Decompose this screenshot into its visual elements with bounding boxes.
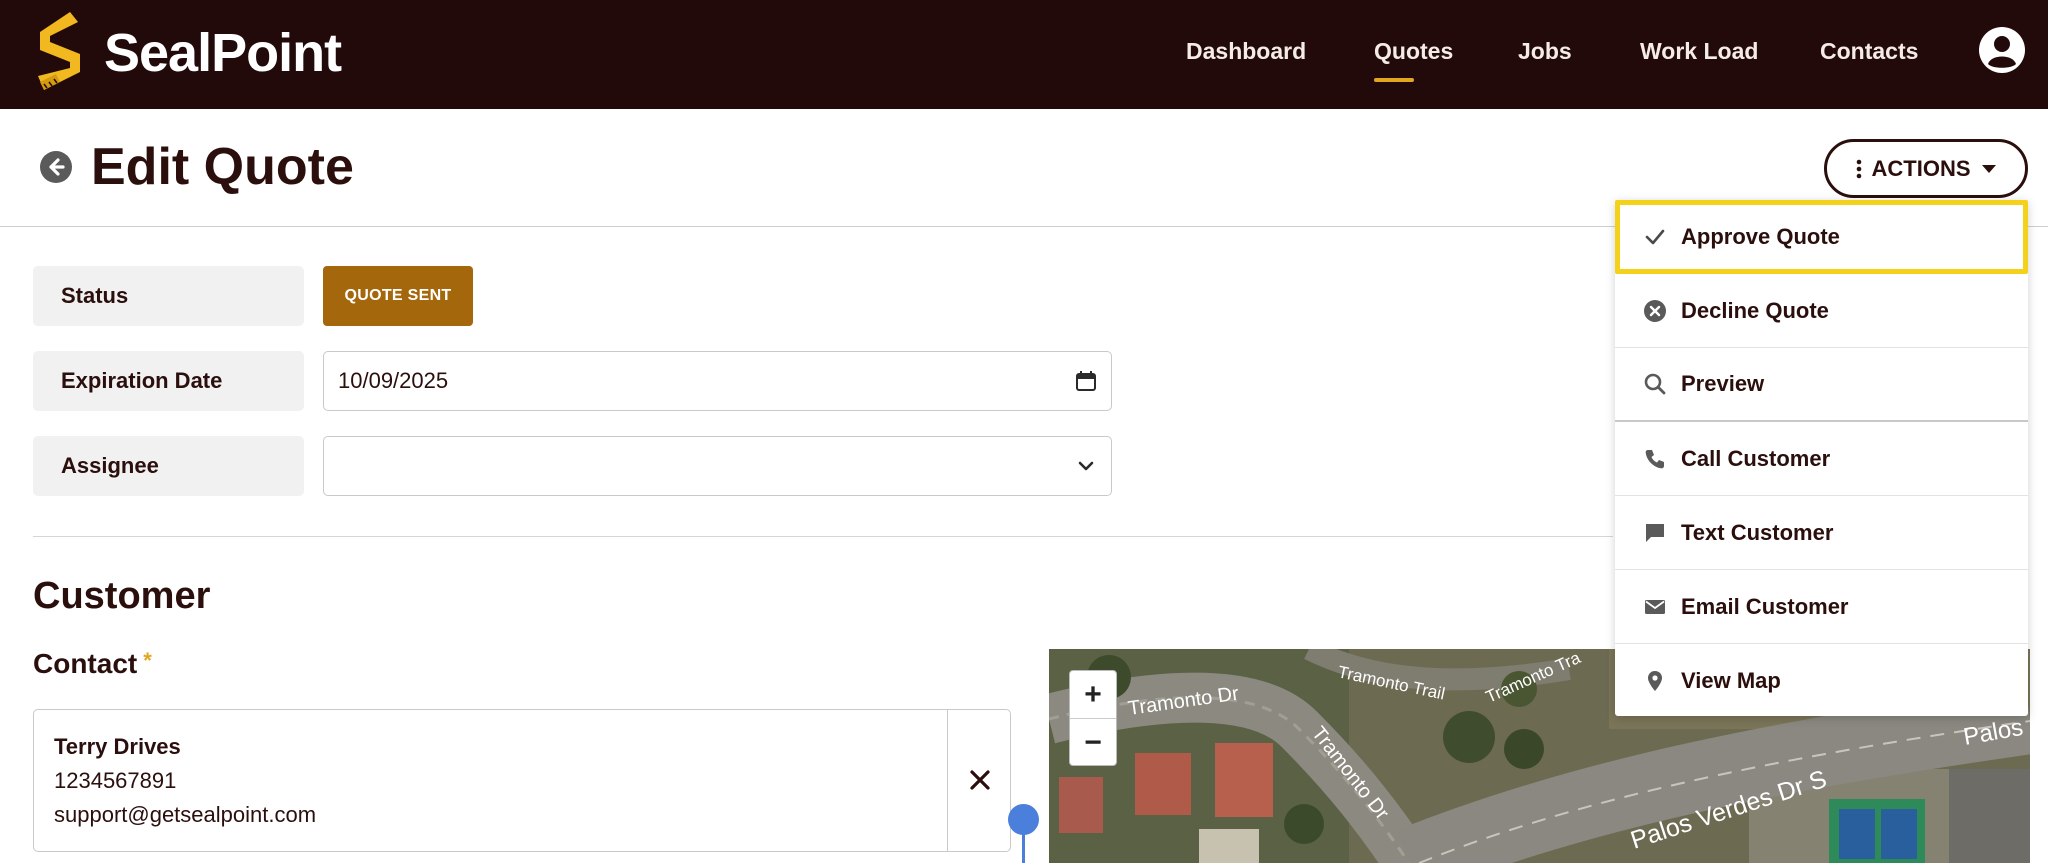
contact-card-divider <box>947 710 948 851</box>
back-arrow-icon[interactable] <box>40 151 72 183</box>
chevron-down-icon <box>1078 461 1094 471</box>
zoom-in-button[interactable]: + <box>1070 671 1116 718</box>
contact-label: Contact * <box>33 648 152 680</box>
required-marker: * <box>143 648 152 673</box>
sealpoint-logo-icon[interactable] <box>30 10 86 92</box>
actions-button[interactable]: ACTIONS <box>1824 139 2028 198</box>
map-zoom-control: + − <box>1069 670 1117 766</box>
assignee-select[interactable] <box>323 436 1112 496</box>
nav-work-load[interactable]: Work Load <box>1640 38 1758 65</box>
contact-name: Terry Drives <box>54 734 181 759</box>
expiration-date-input[interactable]: 10/09/2025 <box>323 351 1112 411</box>
user-avatar-icon[interactable] <box>1979 27 2025 73</box>
chat-icon <box>1646 523 1664 542</box>
brand-name[interactable]: SealPoint <box>104 22 342 84</box>
nav-dashboard[interactable]: Dashboard <box>1186 38 1306 65</box>
actions-dropdown-menu: Approve Quote Decline Quote Preview Call… <box>1615 200 2028 716</box>
assignee-label: Assignee <box>33 436 304 496</box>
expiration-date-label: Expiration Date <box>33 351 304 411</box>
menu-preview[interactable]: Preview <box>1615 348 2028 422</box>
menu-view-map[interactable]: View Map <box>1615 644 2028 718</box>
menu-call-customer-label: Call Customer <box>1681 445 1831 471</box>
phone-icon <box>1645 449 1664 468</box>
menu-text-customer-label: Text Customer <box>1681 519 1834 545</box>
top-nav-bar: SealPoint Dashboard Quotes Jobs Work Loa… <box>0 0 2048 109</box>
more-vertical-icon <box>1856 159 1861 178</box>
check-icon <box>1645 229 1665 245</box>
menu-text-customer[interactable]: Text Customer <box>1615 496 2028 570</box>
menu-email-customer-label: Email Customer <box>1681 593 1849 619</box>
menu-view-map-label: View Map <box>1681 668 1781 693</box>
nav-contacts[interactable]: Contacts <box>1820 38 1918 65</box>
contact-card[interactable]: Terry Drives 1234567891 support@getsealp… <box>33 709 1011 852</box>
location-marker-stem <box>1022 832 1025 863</box>
close-icon[interactable] <box>965 765 995 795</box>
nav-active-indicator <box>1374 78 1414 82</box>
menu-call-customer[interactable]: Call Customer <box>1615 422 2028 496</box>
contact-phone: 1234567891 <box>54 768 177 793</box>
contact-label-text: Contact <box>33 648 138 679</box>
menu-decline-quote[interactable]: Decline Quote <box>1615 274 2028 348</box>
nav-quotes[interactable]: Quotes <box>1374 38 1453 65</box>
location-marker-dot[interactable] <box>1008 804 1039 835</box>
menu-email-customer[interactable]: Email Customer <box>1615 570 2028 644</box>
status-label: Status <box>33 266 304 326</box>
zoom-out-button[interactable]: − <box>1070 719 1116 766</box>
expiration-date-value: 10/09/2025 <box>338 368 449 393</box>
nav-jobs[interactable]: Jobs <box>1518 38 1572 65</box>
section-divider <box>33 536 1613 537</box>
caret-down-icon <box>1981 164 1996 173</box>
map-pin-icon <box>1648 671 1662 691</box>
search-icon <box>1644 373 1666 395</box>
menu-preview-label: Preview <box>1681 371 1765 396</box>
calendar-icon[interactable] <box>1075 370 1097 392</box>
menu-decline-quote-label: Decline Quote <box>1681 297 1829 323</box>
status-badge: QUOTE SENT <box>323 266 473 326</box>
page-title: Edit Quote <box>91 138 354 196</box>
menu-approve-quote[interactable]: Approve Quote <box>1615 200 2028 274</box>
contact-email: support@getsealpoint.com <box>54 802 317 827</box>
menu-approve-quote-label: Approve Quote <box>1681 224 1840 249</box>
actions-label: ACTIONS <box>1871 155 1971 181</box>
envelope-icon <box>1645 599 1665 614</box>
customer-section-title: Customer <box>33 575 211 617</box>
circle-x-icon <box>1644 299 1666 322</box>
